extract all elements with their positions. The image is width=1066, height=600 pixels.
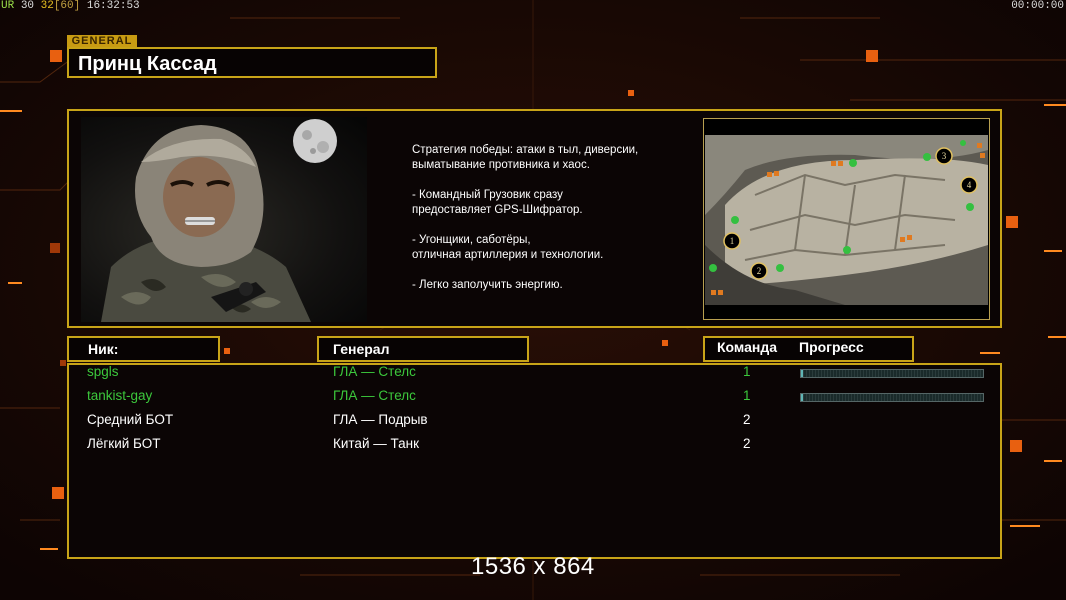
player-team: 1 [743,388,751,403]
player-general: ГЛА — Подрыв [333,412,428,427]
column-header-nick: Ник: [67,336,220,362]
player-progress-bar [800,369,984,378]
player-nick: spgls [87,364,119,379]
start-position-label: 4 [967,180,972,190]
fps-value-a: 30 [20,0,35,12]
ur-label: UR [1,0,15,12]
player-row: spgls ГЛА — Стелс 1 [0,364,1066,388]
player-team: 2 [743,436,751,451]
player-progress-fill [801,370,803,377]
strategy-description: Стратегия победы: атаки в тыл, диверсии,… [412,143,692,308]
map-preview: 1 2 3 4 [703,118,990,320]
map-image: 1 2 3 4 [705,135,988,305]
description-line: - Угонщики, саботёры, отличная артиллери… [412,234,604,261]
game-timer: 00:00:00 [1011,0,1064,12]
player-team: 2 [743,412,751,427]
fps-value-b: 32 [40,0,54,12]
column-header-progress-label: Прогресс [799,339,864,355]
column-header-general-label: Генерал [333,341,390,357]
start-position-label: 3 [942,151,947,161]
column-header-general: Генерал [317,336,529,362]
player-row: Средний БОТ ГЛА — Подрыв 2 [0,412,1066,436]
player-general: ГЛА — Стелс [333,388,416,403]
description-line: - Легко заполучить энергию. [412,279,563,291]
column-header-team-progress: Команда Прогресс [703,336,914,362]
player-row: tankist-gay ГЛА — Стелс 1 [0,388,1066,412]
general-portrait [81,117,367,322]
player-team: 1 [743,364,751,379]
player-progress-fill [801,394,803,401]
general-name: Принц Кассад [78,53,217,75]
column-header-nick-label: Ник: [88,341,119,357]
player-progress-bar [800,393,984,402]
column-header-team-label: Команда [717,339,777,355]
general-title-box: Принц Кассад [67,47,437,78]
resolution-overlay: 1536 x 864 [471,553,595,580]
start-position-label: 2 [757,266,762,276]
fps-counter: UR 30 32[60] 16:32:53 [1,0,140,13]
player-nick: Средний БОТ [87,412,174,427]
player-general: ГЛА — Стелс [333,364,416,379]
player-general: Китай — Танк [333,436,419,451]
player-row: Лёгкий БОТ Китай — Танк 2 [0,436,1066,460]
description-line: Стратегия победы: атаки в тыл, диверсии,… [412,144,639,171]
player-nick: tankist-gay [87,388,153,403]
fps-cap: [60] [53,0,81,12]
start-position-label: 1 [730,236,735,246]
player-nick: Лёгкий БОТ [87,436,161,451]
clock: 16:32:53 [86,0,140,12]
description-line: - Командный Грузовик сразу предоставляет… [412,189,583,216]
